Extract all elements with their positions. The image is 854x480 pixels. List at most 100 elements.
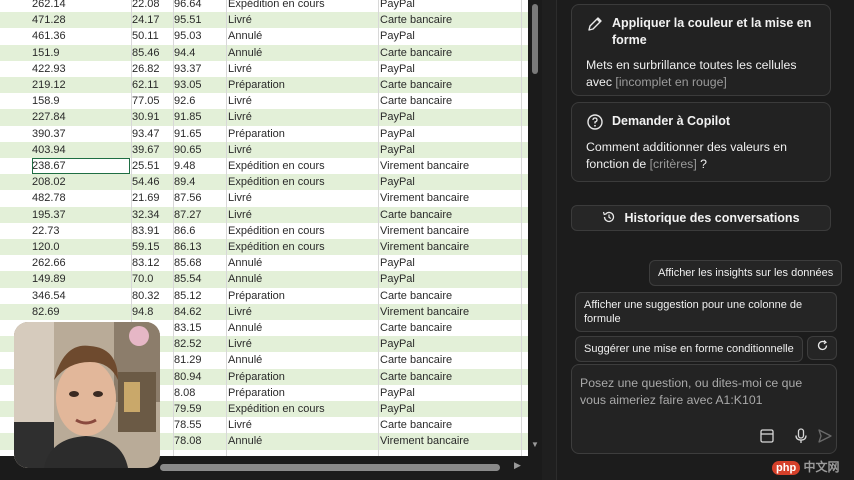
cell-score[interactable]: 87.56 [174, 190, 224, 206]
cell-score[interactable]: 83.15 [174, 320, 224, 336]
cell-cost[interactable]: 22.08 [132, 0, 172, 12]
table-row[interactable]: 403.94 39.67 90.65 Livré PayPal [0, 141, 528, 158]
cell-amount[interactable]: 120.0 [32, 239, 130, 255]
cell-status[interactable]: Annulé [228, 45, 378, 61]
cell-score[interactable]: 93.05 [174, 77, 224, 93]
cell-payment[interactable]: Carte bancaire [380, 288, 520, 304]
cell-score[interactable]: 85.12 [174, 288, 224, 304]
cell-score[interactable]: 9.48 [174, 158, 224, 174]
composer-input[interactable]: Posez une question, ou dites-moi ce que … [580, 375, 828, 409]
cell-amount[interactable]: 22.73 [32, 223, 130, 239]
vertical-scroll-thumb[interactable] [532, 4, 538, 74]
cell-payment[interactable]: PayPal [380, 401, 520, 417]
cell-score[interactable]: 86.13 [174, 239, 224, 255]
cell-payment[interactable]: Carte bancaire [380, 417, 520, 433]
cell-cost[interactable]: 25.51 [132, 158, 172, 174]
cell-cost[interactable]: 21.69 [132, 190, 172, 206]
cell-payment[interactable]: Carte bancaire [380, 369, 520, 385]
cell-status[interactable]: Expédition en cours [228, 174, 378, 190]
chat-composer[interactable]: Posez une question, ou dites-moi ce que … [571, 364, 837, 454]
cell-payment[interactable]: Virement bancaire [380, 304, 520, 320]
cell-amount[interactable]: 403.94 [32, 142, 130, 158]
cell-cost[interactable]: 85.46 [132, 45, 172, 61]
cell-status[interactable]: Annulé [228, 255, 378, 271]
vertical-scrollbar[interactable]: ▼ [528, 0, 542, 456]
table-row[interactable]: 390.37 93.47 91.65 Préparation PayPal [0, 125, 528, 142]
cell-payment[interactable]: Carte bancaire [380, 12, 520, 28]
cell-amount[interactable]: 219.12 [32, 77, 130, 93]
cell-status[interactable]: Expédition en cours [228, 0, 378, 12]
table-row[interactable]: 482.78 21.69 87.56 Livré Virement bancaire [0, 190, 528, 207]
scroll-right-arrow-icon[interactable]: ▶ [514, 460, 521, 471]
cell-payment[interactable]: PayPal [380, 255, 520, 271]
cell-payment[interactable]: Carte bancaire [380, 77, 520, 93]
cell-cost[interactable]: 77.05 [132, 93, 172, 109]
cell-status[interactable]: Livré [228, 12, 378, 28]
cell-cost[interactable]: 24.17 [132, 12, 172, 28]
cell-status[interactable]: Préparation [228, 77, 378, 93]
cell-status[interactable]: Expédition en cours [228, 401, 378, 417]
cell-status[interactable]: Préparation [228, 126, 378, 142]
cell-payment[interactable]: PayPal [380, 28, 520, 44]
cell-score[interactable]: 90.65 [174, 142, 224, 158]
table-row[interactable]: 120.0 59.15 86.13 Expédition en cours Vireme… [0, 239, 528, 256]
suggestion-chip-conditional-format[interactable]: Suggérer une mise en forme conditionnell… [575, 336, 803, 362]
cell-payment[interactable]: Carte bancaire [380, 352, 520, 368]
cell-status[interactable]: Annulé [228, 352, 378, 368]
table-row[interactable]: 219.12 62.11 93.05 Préparation Carte bancair… [0, 77, 528, 94]
cell-score[interactable]: 92.6 [174, 93, 224, 109]
send-icon[interactable] [816, 427, 834, 445]
cell-status[interactable]: Livré [228, 417, 378, 433]
prompt-library-icon[interactable] [758, 427, 776, 445]
scroll-down-arrow-icon[interactable]: ▼ [530, 440, 540, 450]
table-row[interactable]: 238.67 25.51 9.48 Expédition en cours Vireme… [0, 158, 528, 175]
cell-score[interactable]: 96.64 [174, 0, 224, 12]
microphone-icon[interactable] [792, 427, 810, 445]
cell-amount[interactable]: 471.28 [32, 12, 130, 28]
table-row[interactable]: 22.73 83.91 86.6 Expédition en cours Viremen… [0, 222, 528, 239]
cell-status[interactable]: Livré [228, 93, 378, 109]
cell-score[interactable]: 79.59 [174, 401, 224, 417]
cell-payment[interactable]: PayPal [380, 109, 520, 125]
cell-cost[interactable]: 26.82 [132, 61, 172, 77]
cell-score[interactable]: 82.52 [174, 336, 224, 352]
cell-cost[interactable]: 83.91 [132, 223, 172, 239]
cell-amount[interactable]: 82.69 [32, 304, 130, 320]
suggestion-chip-formula-column[interactable]: Afficher une suggestion pour une colonne… [575, 292, 837, 332]
cell-amount[interactable]: 346.54 [32, 288, 130, 304]
suggestion-chip-insights[interactable]: Afficher les insights sur les données [649, 260, 843, 286]
cell-score[interactable]: 87.27 [174, 207, 224, 223]
cell-status[interactable]: Annulé [228, 271, 378, 287]
cell-payment[interactable]: PayPal [380, 142, 520, 158]
table-row[interactable]: 471.28 24.17 95.51 Livré Carte bancaire [0, 12, 528, 29]
cell-payment[interactable]: Virement bancaire [380, 223, 520, 239]
cell-status[interactable]: Préparation [228, 385, 378, 401]
cell-payment[interactable]: Virement bancaire [380, 239, 520, 255]
cell-status[interactable]: Livré [228, 61, 378, 77]
table-row[interactable]: 151.9 85.46 94.4 Annulé Carte bancaire [0, 44, 528, 61]
cell-payment[interactable]: PayPal [380, 0, 520, 12]
cell-score[interactable]: 91.85 [174, 109, 224, 125]
cell-payment[interactable]: PayPal [380, 336, 520, 352]
panel-scrollbar[interactable] [836, 0, 854, 480]
cell-status[interactable]: Livré [228, 336, 378, 352]
cell-status[interactable]: Expédition en cours [228, 223, 378, 239]
cell-status[interactable]: Annulé [228, 433, 378, 449]
cell-score[interactable]: 89.4 [174, 174, 224, 190]
cell-amount[interactable]: 208.02 [32, 174, 130, 190]
cell-score[interactable]: 78.55 [174, 417, 224, 433]
cell-payment[interactable]: Carte bancaire [380, 45, 520, 61]
cell-status[interactable]: Expédition en cours [228, 158, 378, 174]
cell-payment[interactable]: PayPal [380, 174, 520, 190]
cell-amount[interactable]: 158.9 [32, 93, 130, 109]
cell-payment[interactable]: PayPal [380, 385, 520, 401]
cell-status[interactable]: Préparation [228, 369, 378, 385]
table-row[interactable]: 461.36 50.11 95.03 Annulé PayPal [0, 28, 528, 45]
cell-status[interactable]: Annulé [228, 320, 378, 336]
cell-score[interactable]: 85.68 [174, 255, 224, 271]
cell-amount[interactable]: 151.9 [32, 45, 130, 61]
cell-cost[interactable]: 59.15 [132, 239, 172, 255]
table-row[interactable]: 82.69 94.8 84.62 Livré Virement bancaire [0, 303, 528, 320]
table-row[interactable]: 422.93 26.82 93.37 Livré PayPal [0, 60, 528, 77]
cell-cost[interactable]: 93.47 [132, 126, 172, 142]
